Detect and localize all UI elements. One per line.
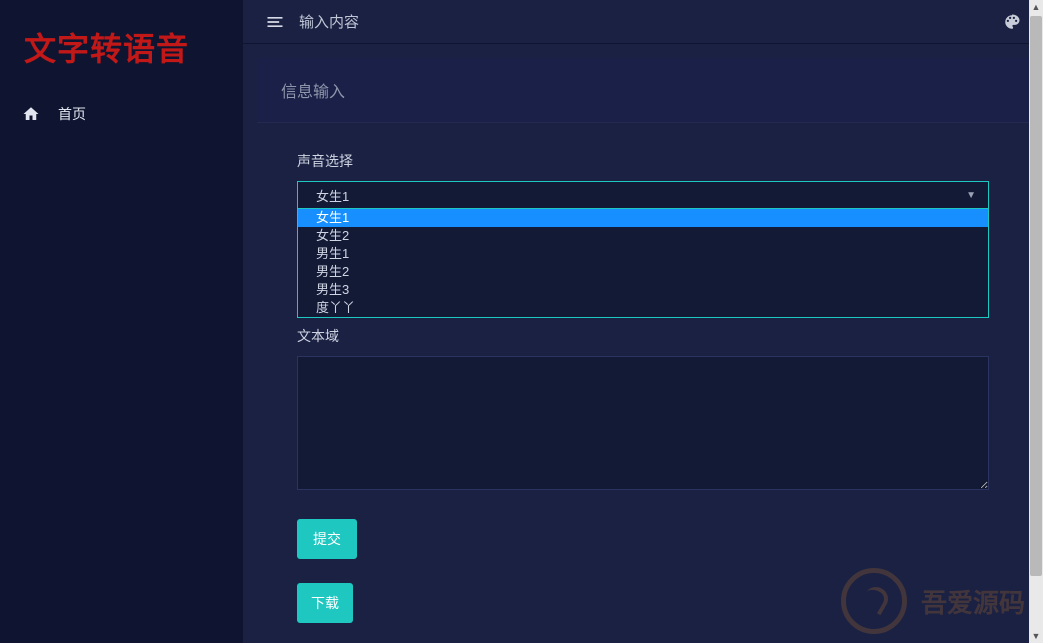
topbar: 输入内容 (243, 0, 1043, 44)
scrollbar-down-icon[interactable]: ▼ (1029, 629, 1043, 643)
brand-logo: 文字转语音 (0, 0, 243, 90)
text-content-textarea[interactable] (297, 356, 989, 490)
vertical-scrollbar[interactable]: ▲ ▼ (1029, 0, 1043, 643)
card-info-input: 信息输入 声音选择 女生1 ▼ 女生1 女生2 男生1 男生2 男生3 度丫丫 … (257, 58, 1029, 643)
submit-button[interactable]: 提交 (297, 519, 357, 559)
voice-select-value: 女生1 (316, 186, 349, 205)
voice-select-dropdown: 女生1 女生2 男生1 男生2 男生3 度丫丫 (297, 209, 989, 318)
sidebar: 文字转语音 首页 (0, 0, 243, 643)
voice-option-4[interactable]: 男生2 (298, 263, 988, 281)
download-button[interactable]: 下载 (297, 583, 353, 623)
card-title: 信息输入 (257, 58, 1029, 123)
scrollbar-up-icon[interactable]: ▲ (1029, 0, 1043, 14)
menu-toggle-icon[interactable] (265, 12, 285, 32)
sidebar-item-home[interactable]: 首页 (0, 90, 243, 138)
voice-option-6[interactable]: 度丫丫 (298, 299, 988, 317)
textarea-label: 文本域 (297, 326, 989, 346)
chevron-down-icon: ▼ (966, 190, 976, 201)
home-icon (22, 105, 40, 123)
voice-option-5[interactable]: 男生3 (298, 281, 988, 299)
voice-select[interactable]: 女生1 ▼ (297, 181, 989, 209)
voice-option-3[interactable]: 男生1 (298, 245, 988, 263)
voice-option-1[interactable]: 女生1 (298, 209, 988, 227)
main: 输入内容 信息输入 声音选择 女生1 ▼ 女生1 女生2 男生1 男生2 男生3… (243, 0, 1043, 643)
voice-option-2[interactable]: 女生2 (298, 227, 988, 245)
sidebar-item-label: 首页 (58, 104, 86, 124)
voice-select-label: 声音选择 (297, 151, 989, 171)
page-title: 输入内容 (299, 11, 359, 32)
scrollbar-thumb[interactable] (1030, 16, 1042, 576)
palette-icon[interactable] (1003, 13, 1021, 31)
